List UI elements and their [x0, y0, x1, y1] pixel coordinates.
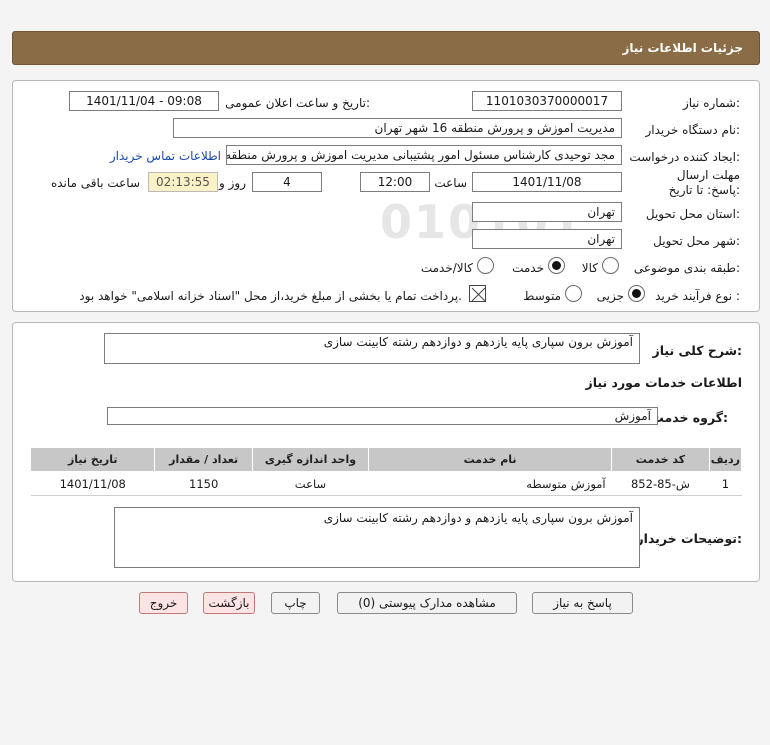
deadline-days-label: روز و [219, 176, 246, 190]
category-option-goods: کالا [581, 261, 598, 275]
col-service-name: نام خدمت [368, 447, 613, 472]
service-group-field: آموزش [107, 407, 658, 425]
cell-service-code: ش-85-852 [611, 471, 710, 496]
purchase-option-minor: جزیی [596, 289, 624, 303]
deadline-days-field: 4 [252, 172, 322, 192]
service-group-label: گروه خدمت: [651, 410, 728, 425]
buyer-org-field: مدیریت اموزش و پرورش منطقه 16 شهر تهران [173, 118, 622, 138]
treasury-payment-note: پرداخت تمام یا بخشی از مبلغ خرید،از محل … [79, 289, 462, 303]
deadline-label-text: مهلت ارسال پاسخ: تا تاریخ: [668, 168, 740, 197]
page-title: جزئیات اطلاعات نیاز [622, 41, 743, 55]
province-label: استان محل تحویل: [645, 207, 740, 221]
cell-row: 1 [709, 471, 742, 496]
purchase-radio-medium[interactable] [565, 285, 582, 302]
province-field: تهران [472, 202, 622, 222]
col-service-code: کد خدمت [611, 447, 710, 472]
buyer-notes-label: توضیحات خریدار: [636, 531, 742, 546]
category-option-goods-service: کالا/خدمت [420, 261, 473, 275]
deadline-label: مهلت ارسال پاسخ: تا تاریخ: [650, 168, 740, 198]
col-row: ردیف [708, 447, 743, 472]
need-info-panel [12, 80, 760, 312]
col-quantity: تعداد / مقدار [154, 447, 253, 472]
city-field: تهران [472, 229, 622, 249]
category-radio-goods-service[interactable] [477, 257, 494, 274]
announce-datetime-label: تاریخ و ساعت اعلان عمومی: [225, 96, 370, 110]
table-header-row: ردیف کد خدمت نام خدمت واحد اندازه گیری ت… [29, 447, 743, 472]
reply-button[interactable]: پاسخ به نیاز [532, 592, 633, 614]
view-attachments-button[interactable]: مشاهده مدارک پیوستی (0) [337, 592, 517, 614]
announce-datetime-field: 1401/11/04 - 09:08 [69, 91, 219, 111]
need-number-field: 1101030370000017 [472, 91, 622, 111]
col-need-date: تاریخ نیاز [29, 447, 156, 472]
remaining-time-label: ساعت باقی مانده [50, 176, 140, 190]
category-radio-service[interactable] [548, 257, 565, 274]
category-option-service: خدمت [512, 261, 544, 275]
buyer-org-label: نام دستگاه خریدار: [645, 123, 741, 137]
treasury-payment-checkbox[interactable] [469, 285, 486, 302]
requester-label: ایجاد کننده درخواست: [629, 150, 740, 164]
deadline-date-field: 1401/11/08 [472, 172, 622, 192]
print-button[interactable]: چاپ [271, 592, 320, 614]
purchase-option-medium: متوسط [523, 289, 561, 303]
checkbox-cross-icon [471, 287, 486, 302]
exit-button[interactable]: خروج [139, 592, 188, 614]
page-header: جزئیات اطلاعات نیاز [12, 31, 760, 65]
services-section-title: اطلاعات خدمات مورد نیاز [585, 375, 743, 390]
category-label: طبقه بندی موضوعی: [633, 261, 740, 275]
general-description-label: شرح کلی نیاز: [652, 343, 743, 358]
purchase-radio-minor[interactable] [628, 285, 645, 302]
deadline-time-label: ساعت [434, 176, 467, 190]
city-label: شهر محل تحویل: [653, 234, 740, 248]
purchase-type-label: نوع فرآیند خرید : [655, 289, 740, 303]
cell-quantity: 1150 [154, 471, 253, 496]
table-row: 1 ش-85-852 آموزش متوسطه ساعت 1150 1401/1… [30, 471, 742, 496]
cell-need-date: 1401/11/08 [30, 471, 155, 496]
need-number-label: شماره نیاز: [682, 96, 740, 110]
buyer-contact-link[interactable]: اطلاعات تماس خریدار [110, 149, 221, 163]
services-table: ردیف کد خدمت نام خدمت واحد اندازه گیری ت… [29, 447, 743, 496]
cell-unit: ساعت [252, 471, 369, 496]
back-button[interactable]: بازگشت [203, 592, 255, 614]
category-radio-goods[interactable] [602, 257, 619, 274]
requester-field: مجد توحیدی کارشناس مسئول امور پشتیبانی م… [226, 145, 622, 165]
remaining-time-field: 02:13:55 [148, 172, 218, 192]
cell-service-name: آموزش متوسطه [368, 471, 612, 496]
deadline-time-field: 12:00 [360, 172, 430, 192]
general-description-field: آموزش برون سپاری پایه یازدهم و دوازدهم ر… [104, 333, 640, 364]
col-unit: واحد اندازه گیری [251, 447, 370, 472]
buyer-notes-field: آموزش برون سپاری پایه یازدهم و دوازدهم ر… [114, 507, 640, 568]
